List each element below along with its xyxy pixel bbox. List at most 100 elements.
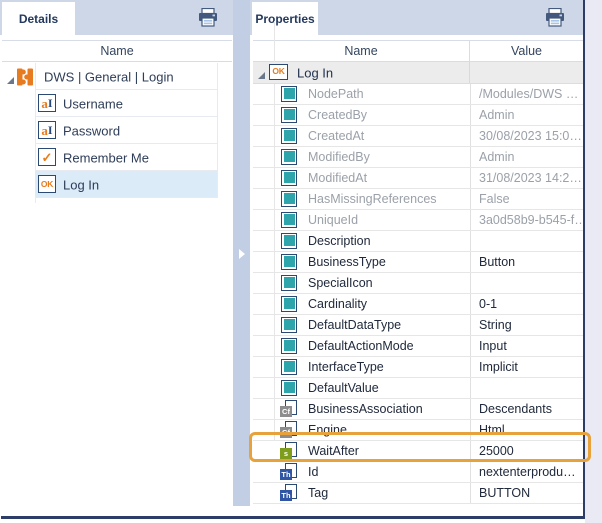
property-value[interactable] — [470, 273, 583, 293]
root-name-cell: OKLog In — [253, 62, 470, 83]
property-name: InterfaceType — [308, 360, 384, 374]
tab-properties[interactable]: Properties — [252, 2, 318, 35]
property-name-cell: CfBusinessAssociation — [253, 399, 470, 419]
property-value[interactable]: /Modules/DWS … — [470, 84, 583, 104]
tree-item-dws-general-login[interactable]: DWS | General | Login — [2, 63, 217, 90]
property-name: Tag — [308, 486, 328, 500]
field-icon — [281, 107, 297, 123]
property-name-cell: ModifiedAt — [253, 168, 470, 188]
property-row-waitafter[interactable]: sWaitAfter25000 — [253, 441, 583, 462]
property-value[interactable]: 25000 — [470, 441, 583, 461]
property-name-cell: Description — [253, 231, 470, 251]
details-column-header: Name — [2, 40, 232, 62]
field-icon — [281, 359, 297, 375]
property-row-defaultactionmode[interactable]: DefaultActionMode Input — [253, 336, 583, 357]
property-value[interactable] — [470, 378, 583, 398]
window-right-gutter — [585, 0, 602, 523]
tree-item-log-in[interactable]: OKLog In — [2, 171, 217, 198]
property-row-createdat[interactable]: CreatedAt30/08/2023 15:0… — [253, 126, 583, 147]
property-row-engine[interactable]: Cf Engine Html — [253, 420, 583, 441]
property-row-modifiedat[interactable]: ModifiedAt 31/08/2023 14:2… — [253, 168, 583, 189]
property-name-cell: CreatedAt — [253, 126, 470, 146]
property-name: Description — [308, 234, 371, 248]
property-row-description[interactable]: Description — [253, 231, 583, 252]
property-name: WaitAfter — [308, 444, 359, 458]
tree-item-label: Password — [63, 123, 120, 138]
expander-icon[interactable] — [6, 73, 15, 88]
print-icon[interactable] — [197, 8, 219, 27]
property-value[interactable]: Descendants — [470, 399, 583, 419]
property-row-defaultvalue[interactable]: DefaultValue — [253, 378, 583, 399]
property-row-uniqueid[interactable]: UniqueId3a0d58b9-b545-f… — [253, 210, 583, 231]
checkbox-icon: ✓ — [38, 148, 56, 166]
tree-item-password[interactable]: aIPassword — [2, 117, 217, 144]
property-value[interactable]: Html — [470, 420, 583, 440]
ok-button-icon: OK — [269, 64, 288, 80]
module-icon — [15, 67, 35, 90]
property-name: ModifiedBy — [308, 150, 370, 164]
property-value[interactable]: Input — [470, 336, 583, 356]
property-row-businessassociation[interactable]: CfBusinessAssociationDescendants — [253, 399, 583, 420]
property-row-cardinality[interactable]: Cardinality 0-1 — [253, 294, 583, 315]
property-value[interactable]: Admin — [470, 147, 583, 167]
splitter-collapse-icon[interactable] — [238, 247, 246, 259]
property-value[interactable]: String — [470, 315, 583, 335]
print-icon[interactable] — [544, 8, 566, 27]
property-value[interactable] — [470, 231, 583, 251]
property-row-hasmissingreferences[interactable]: HasMissingReferences False — [253, 189, 583, 210]
property-name-cell: InterfaceType — [253, 357, 470, 377]
details-tree: DWS | General | LoginaIUsernameaIPasswor… — [2, 63, 218, 198]
property-row-tag[interactable]: ThTagBUTTON — [253, 483, 583, 504]
property-row-interfacetype[interactable]: InterfaceType Implicit — [253, 357, 583, 378]
property-name: ModifiedAt — [308, 171, 367, 185]
property-name: HasMissingReferences — [308, 192, 437, 206]
property-name-cell: ModifiedBy — [253, 147, 470, 167]
app-window: Details Name DWS | General | LoginaIUser… — [0, 0, 602, 523]
property-row-nodepath[interactable]: NodePath/Modules/DWS … — [253, 84, 583, 105]
property-root-row-log-in[interactable]: OKLog In — [253, 62, 583, 84]
tree-item-label: Log In — [63, 177, 99, 192]
field-icon — [281, 86, 297, 102]
config-doc-icon: Cf — [280, 421, 298, 439]
tree-item-remember-me[interactable]: ✓ Remember Me — [2, 144, 217, 171]
property-value[interactable]: False — [470, 189, 583, 209]
property-name: DefaultActionMode — [308, 339, 414, 353]
property-row-specialicon[interactable]: SpecialIcon — [253, 273, 583, 294]
properties-column-headers: Name Value — [253, 40, 583, 62]
property-name-cell: DefaultValue — [253, 378, 470, 398]
tab-details[interactable]: Details — [2, 2, 75, 35]
property-value[interactable]: nextenterprodu… — [470, 462, 583, 482]
root-value-cell — [470, 62, 583, 83]
property-value[interactable]: 30/08/2023 15:0… — [470, 126, 583, 146]
property-name: BusinessType — [308, 255, 386, 269]
property-value[interactable]: BUTTON — [470, 483, 583, 503]
property-name: DefaultValue — [308, 381, 379, 395]
property-row-id[interactable]: ThIdnextenterprodu… — [253, 462, 583, 483]
tree-item-label: Remember Me — [63, 150, 149, 165]
property-row-businesstype[interactable]: BusinessType Button — [253, 252, 583, 273]
property-name-cell: NodePath — [253, 84, 470, 104]
property-name: Cardinality — [308, 297, 367, 311]
property-value[interactable]: Admin — [470, 105, 583, 125]
property-value[interactable]: 3a0d58b9-b545-f… — [470, 210, 583, 230]
property-name-cell: DefaultActionMode — [253, 336, 470, 356]
property-name-cell: DefaultDataType — [253, 315, 470, 335]
property-row-defaultdatatype[interactable]: DefaultDataType String — [253, 315, 583, 336]
property-name-cell: SpecialIcon — [253, 273, 470, 293]
property-value[interactable]: 0-1 — [470, 294, 583, 314]
property-name: DefaultDataType — [308, 318, 401, 332]
property-row-createdby[interactable]: CreatedByAdmin — [253, 105, 583, 126]
property-row-modifiedby[interactable]: ModifiedBy Admin — [253, 147, 583, 168]
window-border-bottom — [1, 516, 585, 519]
property-name: SpecialIcon — [308, 276, 373, 290]
tree-item-username[interactable]: aIUsername — [2, 90, 217, 117]
properties-name-header: Name — [253, 41, 470, 61]
property-value[interactable]: Button — [470, 252, 583, 272]
property-name-cell: HasMissingReferences — [253, 189, 470, 209]
expander-icon[interactable] — [257, 69, 266, 83]
property-value[interactable]: Implicit — [470, 357, 583, 377]
details-panel: Details Name DWS | General | LoginaIUser… — [0, 0, 233, 516]
property-name: Engine — [308, 423, 347, 437]
property-value[interactable]: 31/08/2023 14:2… — [470, 168, 583, 188]
panel-splitter[interactable] — [233, 0, 250, 506]
